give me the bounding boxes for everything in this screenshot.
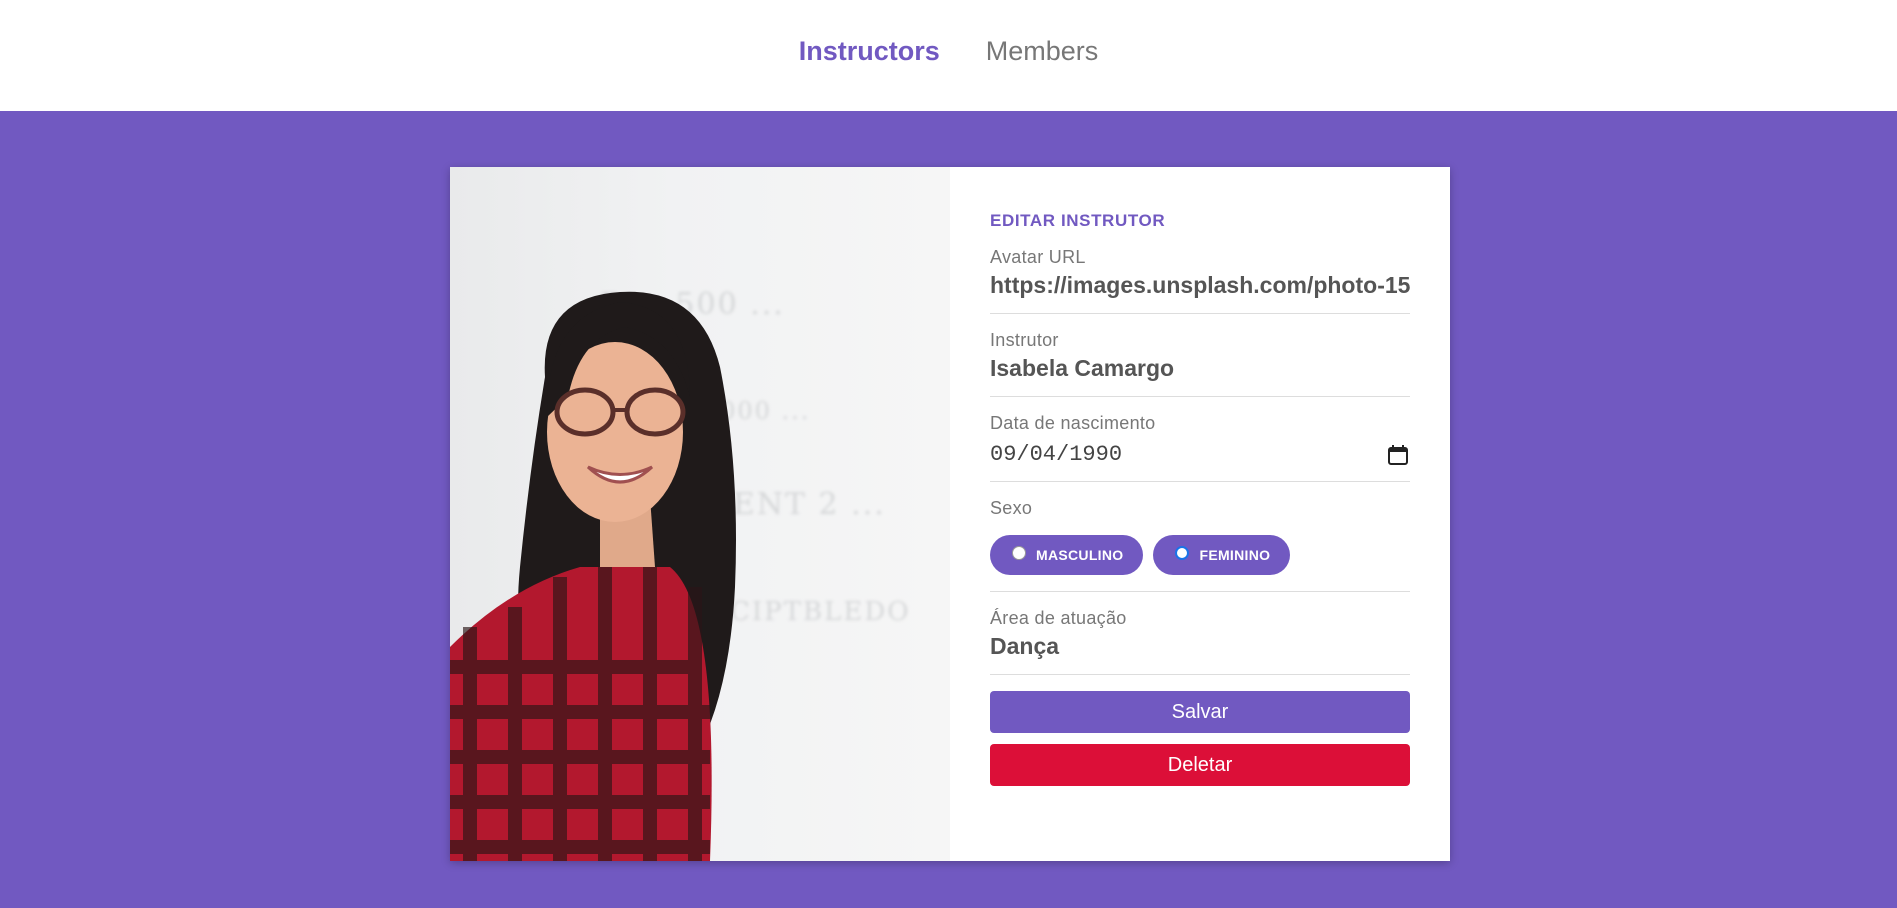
instructor-name-input[interactable]: [990, 355, 1410, 382]
gender-option-masculino[interactable]: MASCULINO: [990, 535, 1144, 575]
gender-option-label: MASCULINO: [1036, 547, 1124, 563]
delete-button[interactable]: Deletar: [990, 744, 1410, 786]
avatar-url-label: Avatar URL: [990, 247, 1086, 267]
instructor-name-label: Instrutor: [990, 330, 1059, 350]
save-button[interactable]: Salvar: [990, 691, 1410, 733]
instructor-avatar-photo: R <-500 ... -000 ... WENT 2 ... CIPTBLED…: [450, 167, 950, 861]
main-nav: Instructors Members: [799, 36, 1099, 67]
services-field: Área de atuação: [990, 608, 1410, 675]
birth-date-label: Data de nascimento: [990, 413, 1156, 433]
birth-date-field: Data de nascimento 09/04/1990: [990, 413, 1410, 482]
birth-date-value[interactable]: 09/04/1990: [990, 442, 1122, 467]
nav-link-instructors[interactable]: Instructors: [799, 36, 940, 67]
top-header: Instructors Members: [0, 0, 1897, 111]
form-title: Editar Instrutor: [990, 211, 1166, 230]
calendar-icon[interactable]: [1386, 443, 1410, 467]
birth-date-input[interactable]: 09/04/1990: [990, 442, 1410, 467]
radio-feminino[interactable]: [1175, 546, 1190, 560]
radio-masculino[interactable]: [1012, 546, 1026, 560]
services-input[interactable]: [990, 633, 1410, 660]
person-illustration: [450, 291, 736, 861]
edit-form: Editar Instrutor Avatar URL Instrutor Da…: [950, 167, 1450, 861]
gender-label: Sexo: [990, 498, 1033, 518]
instructor-name-field: Instrutor: [990, 330, 1410, 397]
instructor-card: R <-500 ... -000 ... WENT 2 ... CIPTBLED…: [450, 167, 1450, 861]
nav-link-members[interactable]: Members: [986, 36, 1099, 67]
gender-radio-group: MASCULINO FEMININO: [990, 535, 1410, 577]
avatar-url-input[interactable]: [990, 272, 1410, 299]
gender-option-feminino[interactable]: FEMININO: [1153, 535, 1291, 575]
gender-option-label: FEMININO: [1199, 547, 1271, 563]
avatar-url-field: Avatar URL: [990, 247, 1410, 314]
services-label: Área de atuação: [990, 608, 1127, 628]
gender-field: Sexo MASCULINO FEMININO: [990, 498, 1410, 592]
